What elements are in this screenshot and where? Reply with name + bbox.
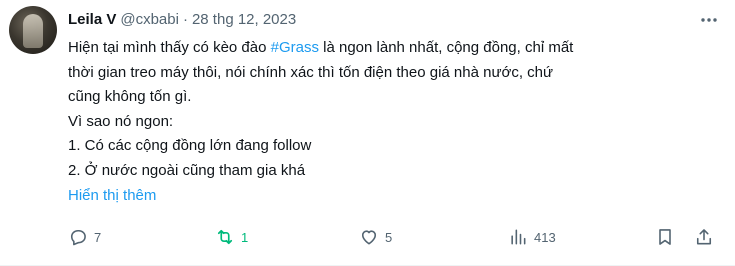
like-count: 5: [385, 229, 393, 245]
retweet-count: 1: [241, 229, 249, 245]
header-separator: ·: [182, 10, 188, 28]
like-button[interactable]: 5: [359, 226, 392, 248]
reply-count: 7: [94, 229, 102, 245]
tweet-line-1: Hiện tại mình thấy có kèo đào #Grass là …: [68, 36, 708, 61]
reply-button[interactable]: 7: [68, 226, 101, 248]
author-name[interactable]: Leila V: [68, 11, 116, 28]
tweet-date[interactable]: 28 thg 12, 2023: [192, 11, 296, 28]
tweet-actions: 7 1 5 413: [68, 226, 718, 248]
tweet-line-1-end: là ngon lành nhất, cộng đồng, chỉ mất: [318, 39, 574, 56]
author-handle[interactable]: @cxbabi: [120, 11, 179, 28]
retweet-button[interactable]: 1: [215, 226, 248, 248]
tweet[interactable]: Leila V @cxbabi · 28 thg 12, 2023 Hiện t…: [0, 0, 735, 266]
tweet-text: Hiện tại mình thấy có kèo đào #Grass là …: [68, 36, 708, 208]
tweet-line-3: cũng không tốn gì.: [68, 88, 192, 106]
show-more-link[interactable]: Hiển thị thêm: [68, 184, 708, 209]
tweet-line-5: 1. Có các cộng đồng lớn đang follow: [68, 137, 312, 155]
avatar-figure: [23, 14, 43, 48]
tweet-line-2: thời gian treo máy thôi, nói chính xác t…: [68, 63, 554, 81]
tweet-line-1-start: Hiện tại mình thấy có kèo đào: [68, 39, 271, 56]
views-chart-icon: [508, 227, 528, 247]
tweet-line-6: 2. Ở nước ngoài cũng tham gia khá: [68, 161, 306, 179]
views-count: 413: [534, 229, 556, 245]
avatar[interactable]: [9, 6, 57, 54]
hashtag-link[interactable]: #Grass: [271, 39, 319, 56]
reply-icon: [68, 227, 88, 247]
bookmark-icon: [655, 227, 675, 247]
bookmark-button[interactable]: [655, 226, 675, 248]
tweet-line-4: Vì sao nó ngon:: [68, 112, 174, 130]
heart-icon: [359, 227, 379, 247]
share-button[interactable]: [694, 226, 714, 248]
views-button[interactable]: 413: [508, 226, 556, 248]
retweet-icon: [215, 227, 235, 247]
share-icon: [694, 227, 714, 247]
tweet-header: Leila V @cxbabi · 28 thg 12, 2023: [68, 8, 296, 30]
more-options-icon[interactable]: [699, 10, 719, 30]
